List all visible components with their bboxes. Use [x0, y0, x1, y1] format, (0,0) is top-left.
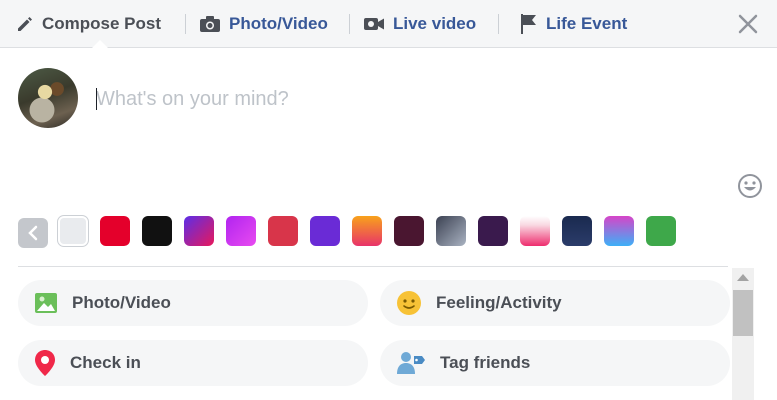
background-swatch-red-hearts[interactable]	[268, 216, 298, 246]
chevron-left-icon	[28, 225, 38, 241]
tab-photo-video[interactable]: Photo/Video	[199, 0, 328, 47]
smiley-icon	[397, 291, 421, 315]
feeling-activity-button[interactable]: Feeling/Activity	[380, 280, 730, 326]
background-swatch-orange-pink-gradient[interactable]	[352, 216, 382, 246]
tab-compose-post[interactable]: Compose Post	[16, 0, 161, 47]
post-composer-input[interactable]	[96, 84, 696, 114]
background-swatch-pink-gradient[interactable]	[520, 216, 550, 246]
action-label: Feeling/Activity	[436, 293, 562, 312]
action-label: Tag friends	[440, 353, 531, 372]
scrollbar-thumb[interactable]	[733, 290, 753, 336]
action-label: Photo/Video	[72, 293, 171, 312]
tag-friends-button[interactable]: Tag friends	[380, 340, 730, 386]
tab-label: Life Event	[546, 13, 628, 33]
scroll-up-arrow-icon[interactable]	[737, 274, 749, 281]
photo-video-button[interactable]: Photo/Video	[18, 280, 368, 326]
emoji-icon[interactable]	[737, 173, 763, 199]
check-in-button[interactable]: Check in	[18, 340, 368, 386]
background-swatch-purple-red-gradient[interactable]	[184, 216, 214, 246]
tag-friends-icon	[397, 352, 425, 374]
video-camera-icon	[364, 17, 384, 30]
swatches-prev-button[interactable]	[18, 218, 48, 248]
divider	[18, 266, 728, 267]
tab-separator	[185, 14, 186, 34]
background-swatch-magenta-blue-gradient[interactable]	[604, 216, 634, 246]
tab-life-event[interactable]: Life Event	[518, 0, 627, 47]
action-label: Check in	[70, 353, 141, 372]
tab-label: Compose Post	[42, 13, 162, 33]
tab-label: Photo/Video	[229, 13, 328, 33]
background-swatch-black[interactable]	[142, 216, 172, 246]
tab-label: Live video	[393, 13, 477, 33]
background-swatch-green-hearts[interactable]	[646, 216, 676, 246]
background-swatch-gray-slate-gradient[interactable]	[436, 216, 466, 246]
scrollbar[interactable]	[732, 268, 754, 400]
pencil-icon	[18, 16, 32, 31]
camera-icon	[200, 15, 220, 32]
background-swatch-purple-magenta-gradient[interactable]	[226, 216, 256, 246]
photo-icon	[35, 293, 57, 313]
text-cursor	[96, 88, 97, 110]
flag-icon	[521, 13, 536, 34]
active-tab-caret	[91, 40, 109, 49]
background-swatch-plain[interactable]	[57, 215, 89, 247]
background-swatch-dark-purple-stars[interactable]	[478, 216, 508, 246]
background-swatch-purple-hearts[interactable]	[310, 216, 340, 246]
background-swatch-navy-city[interactable]	[562, 216, 592, 246]
tab-separator	[498, 14, 499, 34]
tab-live-video[interactable]: Live video	[363, 0, 476, 47]
avatar[interactable]	[18, 68, 78, 128]
background-swatch-red[interactable]	[100, 216, 130, 246]
background-swatch-dark-maroon[interactable]	[394, 216, 424, 246]
tab-separator	[349, 14, 350, 34]
location-pin-icon	[35, 350, 55, 376]
close-icon[interactable]	[734, 10, 762, 38]
composer-tab-bar: Compose Post Photo/Video Live video Life…	[0, 0, 777, 48]
